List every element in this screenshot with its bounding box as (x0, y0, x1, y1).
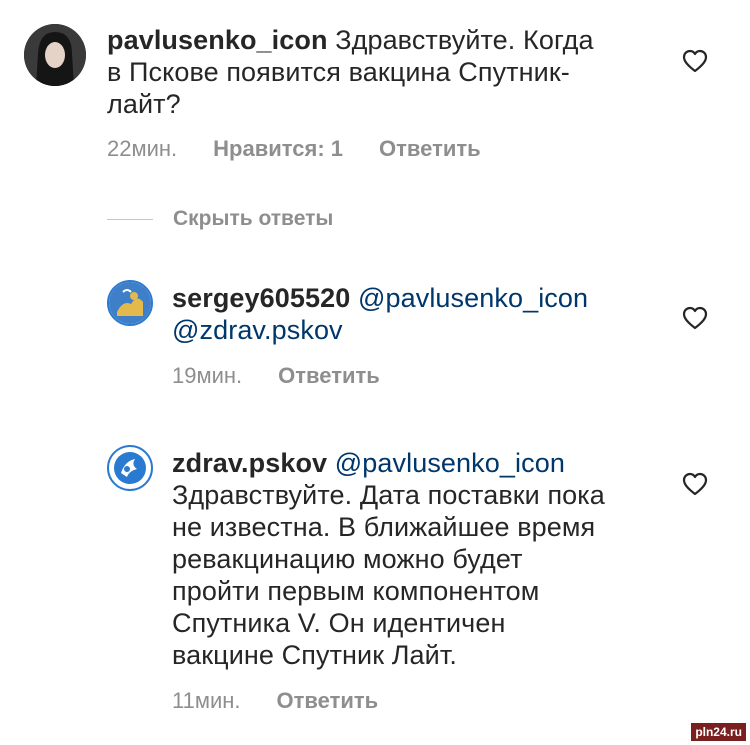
comment-text-line: в Пскове появится вакцина Спутник- (107, 57, 570, 87)
mention-link[interactable]: @pavlusenko_icon (335, 448, 565, 478)
mention-link[interactable]: @pavlusenko_icon (358, 283, 588, 313)
divider (107, 218, 153, 220)
reply-button[interactable]: Ответить (278, 363, 380, 389)
username[interactable]: sergey605520 (172, 283, 350, 313)
profile-photo-icon (24, 24, 86, 86)
timestamp: 11мин. (172, 688, 241, 713)
timestamp: 22мин. (107, 136, 178, 161)
watermark: pln24.ru (691, 723, 746, 741)
comment-text-line: Здравствуйте. Когда (335, 25, 594, 55)
avatar[interactable] (107, 445, 153, 491)
comment-text-line: ревакцинацию можно будет (172, 544, 523, 574)
username[interactable]: zdrav.pskov (172, 448, 327, 478)
pskov-emblem-icon (109, 282, 151, 324)
username[interactable]: pavlusenko_icon (107, 25, 328, 55)
timestamp: 19мин. (172, 363, 243, 388)
comment-text-line: пройти первым компонентом (172, 576, 540, 606)
comment-text-line: Здравствуйте. Дата поставки пока (172, 480, 605, 510)
hide-replies-button[interactable]: Скрыть ответы (107, 207, 333, 231)
health-logo-icon (114, 452, 146, 484)
heart-icon[interactable] (682, 472, 708, 496)
comment-text-line: Спутника V. Он идентичен (172, 608, 506, 638)
reply-button[interactable]: Ответить (379, 136, 481, 162)
reply-button[interactable]: Ответить (277, 688, 379, 714)
hide-replies-label: Скрыть ответы (173, 207, 334, 230)
heart-icon[interactable] (682, 306, 708, 330)
comment-text-line: не известна. В ближайшее время (172, 512, 596, 542)
avatar[interactable] (24, 24, 86, 86)
heart-icon[interactable] (682, 49, 708, 73)
comment-text-line: вакцине Спутник Лайт. (172, 640, 457, 670)
likes-count[interactable]: Нравится: 1 (213, 136, 343, 162)
avatar[interactable] (107, 280, 153, 326)
comment-text-line: лайт? (107, 89, 181, 119)
mention-link[interactable]: @zdrav.pskov (172, 314, 692, 346)
